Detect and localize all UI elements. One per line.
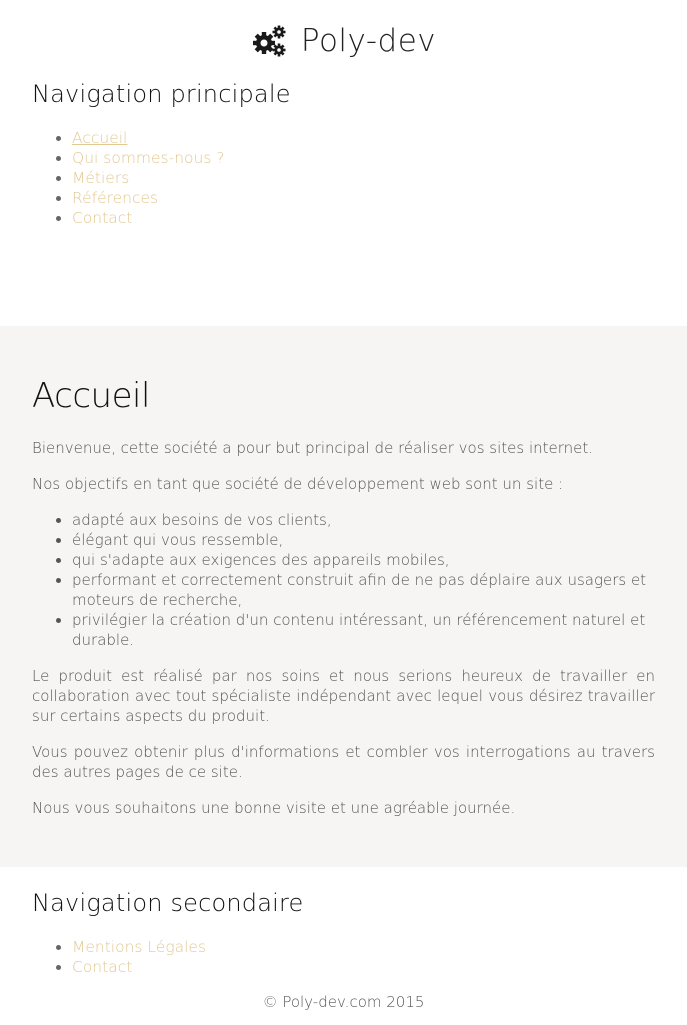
goals-intro-paragraph: Nos objectifs en tant que société de dév…	[32, 475, 564, 493]
nav-item-contact: Contact	[72, 208, 655, 228]
gears-icon	[251, 23, 287, 59]
nav-link-mentions-legales[interactable]: Mentions Légales	[72, 938, 206, 956]
closing-paragraph: Nous vous souhaitons une bonne visite et…	[32, 799, 516, 817]
goals-list: adapté aux besoins de vos clients, éléga…	[32, 510, 655, 650]
goal-item: élégant qui vous ressemble,	[72, 530, 655, 550]
site-title: Poly-dev	[300, 23, 437, 59]
nav-link-qui-sommes-nous[interactable]: Qui sommes-nous ?	[72, 149, 225, 167]
nav-item-mentions-legales: Mentions Légales	[72, 937, 655, 957]
secondary-nav-heading: Navigation secondaire	[32, 889, 304, 917]
goal-item: qui s'adapte aux exigences des appareils…	[72, 550, 655, 570]
nav-item-metiers: Métiers	[72, 168, 655, 188]
goal-item: performant et correctement construit afi…	[72, 570, 655, 610]
copyright-text: © Poly-dev.com 2015	[262, 993, 425, 1011]
nav-item-accueil: Accueil	[72, 128, 655, 148]
secondary-nav-list: Mentions Légales Contact	[32, 937, 655, 977]
nav-link-accueil[interactable]: Accueil	[72, 129, 127, 147]
goal-item: privilégier la création d'un contenu int…	[72, 610, 655, 650]
nav-item-references: Références	[72, 188, 655, 208]
nav-link-references[interactable]: Références	[72, 189, 158, 207]
main-content: Accueil Bienvenue, cette société a pour …	[0, 326, 687, 867]
collaboration-paragraph: Le produit est réalisé par nos soins et …	[32, 667, 655, 725]
primary-navigation: Navigation principale Accueil Qui sommes…	[0, 80, 687, 326]
footer: © Poly-dev.com 2015	[0, 993, 687, 1025]
primary-nav-heading: Navigation principale	[32, 80, 291, 108]
intro-paragraph: Bienvenue, cette société a pour but prin…	[32, 439, 594, 457]
nav-item-qui-sommes-nous: Qui sommes-nous ?	[72, 148, 655, 168]
nav-item-contact-secondary: Contact	[72, 957, 655, 977]
page-title: Accueil	[32, 376, 150, 416]
nav-link-contact-secondary[interactable]: Contact	[72, 958, 132, 976]
primary-nav-list: Accueil Qui sommes-nous ? Métiers Référe…	[32, 128, 655, 228]
info-paragraph: Vous pouvez obtenir plus d'informations …	[32, 743, 655, 781]
site-header: Poly-dev	[0, 0, 687, 64]
goal-item: adapté aux besoins de vos clients,	[72, 510, 655, 530]
nav-link-contact[interactable]: Contact	[72, 209, 132, 227]
secondary-navigation: Navigation secondaire Mentions Légales C…	[0, 867, 687, 977]
nav-link-metiers[interactable]: Métiers	[72, 169, 129, 187]
